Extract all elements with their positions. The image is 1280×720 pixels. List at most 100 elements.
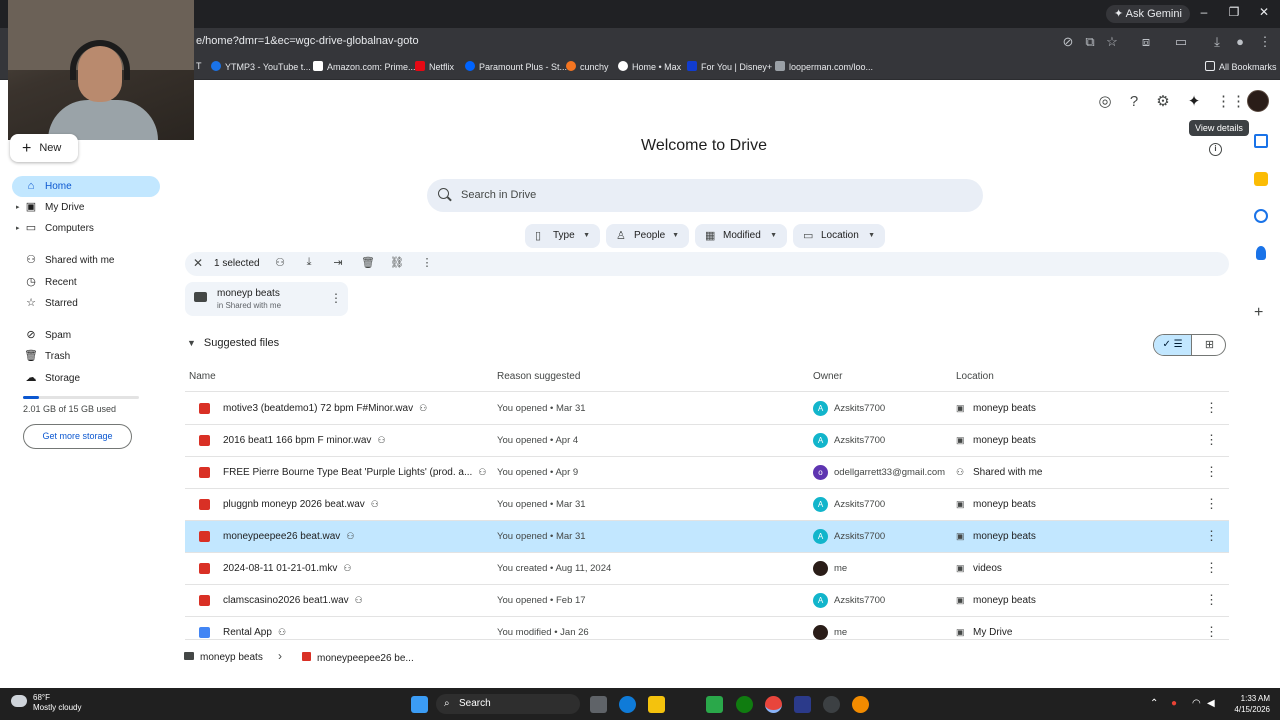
filter-location[interactable]: ▭ Location ▼ (793, 224, 885, 248)
calendar-icon[interactable] (1254, 134, 1268, 148)
nav-starred[interactable]: ☆ Starred (12, 293, 160, 314)
get-more-storage-button[interactable]: Get more storage (23, 424, 132, 449)
table-row[interactable]: clamscasino2026 beat1.wav ⚇ You opened • F… (185, 585, 1229, 617)
show-hidden-icons[interactable]: ⌃ (1150, 698, 1158, 709)
minimize-icon[interactable]: – (1194, 5, 1214, 19)
table-row[interactable]: moneypeepee26 beat.wav ⚇ You opened • Mar … (185, 521, 1229, 553)
bookmark-looperman[interactable]: looperman.com/loo... (775, 61, 873, 72)
new-button[interactable]: + New (10, 134, 78, 162)
copy-link-icon[interactable]: ⛓ (389, 256, 405, 269)
table-row[interactable]: FREE Pierre Bourne Type Beat 'Purple Lig… (185, 457, 1229, 489)
nav-shared-with-me[interactable]: ⚇ Shared with me (12, 250, 160, 271)
fl-studio-icon[interactable] (852, 696, 869, 713)
folder-more-icon[interactable]: ⋮ (330, 291, 342, 305)
filter-modified[interactable]: ▦ Modified ▼ (695, 224, 787, 248)
row-more-icon[interactable]: ⋮ (1205, 432, 1218, 448)
nav-recent[interactable]: ◷ Recent (12, 272, 160, 293)
suggested-files-toggle[interactable]: ▼ Suggested files (187, 337, 279, 349)
restore-icon[interactable]: ❐ (1224, 5, 1244, 19)
profile-icon[interactable]: ● (1232, 34, 1248, 49)
bookmark-amazon[interactable]: Amazon.com: Prime... (313, 61, 416, 72)
bookmark-disney[interactable]: For You | Disney+ (687, 61, 772, 72)
clock[interactable]: 1:33 AM 4/15/2026 (1222, 693, 1270, 715)
row-more-icon[interactable]: ⋮ (1205, 400, 1218, 416)
nav-trash[interactable]: 🗑 Trash (12, 346, 160, 367)
contacts-icon[interactable] (1256, 246, 1266, 260)
row-more-icon[interactable]: ⋮ (1205, 528, 1218, 544)
chrome-icon[interactable] (765, 696, 782, 713)
help-icon[interactable]: ? (1125, 93, 1143, 111)
search-icon[interactable] (438, 188, 449, 199)
keep-icon[interactable] (1254, 172, 1268, 186)
share-person-icon[interactable]: ⚇ (272, 256, 288, 269)
nav-my-drive[interactable]: ▸ ▣ My Drive (12, 197, 160, 218)
bookmark-max[interactable]: Home • Max (618, 61, 681, 72)
ask-gemini-button[interactable]: ✦ Ask Gemini (1106, 5, 1190, 23)
all-bookmarks[interactable]: All Bookmarks (1205, 61, 1277, 72)
nav-storage[interactable]: ☁ Storage (12, 368, 160, 389)
bookmark-ytmp3[interactable]: YTMP3 - YouTube t... (211, 61, 311, 72)
steam-icon[interactable] (823, 696, 840, 713)
taskbar-search[interactable]: ⌕ Search (436, 694, 580, 714)
weather-widget[interactable]: 68°F Mostly cloudy (33, 693, 81, 713)
gemini-sparkle-icon[interactable]: ✦ (1185, 93, 1203, 111)
close-icon[interactable]: ✕ (1254, 5, 1274, 19)
install-icon[interactable]: ⧉ (1082, 34, 1098, 50)
search-input[interactable] (461, 187, 961, 203)
sidepanel-icon[interactable]: ▭ (1173, 34, 1189, 50)
account-avatar[interactable] (1247, 90, 1269, 112)
table-row[interactable]: pluggnb moneyp 2026 beat.wav ⚇ You opened … (185, 489, 1229, 521)
delete-icon[interactable]: 🗑 (360, 256, 376, 269)
file-explorer-icon[interactable] (648, 696, 665, 713)
windows-start-icon[interactable] (411, 696, 428, 713)
list-view-button[interactable]: ✓ ☰ (1154, 335, 1191, 355)
xbox-icon[interactable] (736, 696, 753, 713)
column-name[interactable]: Name (189, 371, 216, 382)
row-more-icon[interactable]: ⋮ (1205, 464, 1218, 480)
table-row[interactable]: 2024-08-11 01-21-01.mkv ⚇ You created • Au… (185, 553, 1229, 585)
volume-icon[interactable]: ◀ (1207, 698, 1215, 709)
breadcrumb-folder[interactable]: moneyp beats (184, 652, 263, 663)
eye-off-icon[interactable]: ⊘ (1060, 34, 1076, 50)
offline-check-icon[interactable]: ◎ (1096, 93, 1114, 111)
ea-app-icon[interactable] (794, 696, 811, 713)
info-icon[interactable]: i (1209, 143, 1222, 156)
filter-people[interactable]: ♙ People ▼ (606, 224, 689, 248)
nav-computers[interactable]: ▸ ▭ Computers (12, 218, 160, 239)
filter-type[interactable]: ▯ Type ▼ (525, 224, 600, 248)
apps-grid-icon[interactable]: ⋮⋮ (1216, 93, 1246, 111)
star-icon[interactable]: ☆ (1104, 34, 1120, 50)
microphone-icon[interactable]: ● (1171, 698, 1177, 709)
wifi-icon[interactable]: ◠ (1192, 698, 1201, 709)
row-more-icon[interactable]: ⋮ (1205, 592, 1218, 608)
row-more-icon[interactable]: ⋮ (1205, 624, 1218, 640)
download-icon[interactable]: ⤓ (1209, 34, 1225, 50)
download-icon[interactable]: ⤓ (301, 256, 317, 269)
breadcrumb-file[interactable]: moneypeepee26 be... (302, 652, 414, 664)
row-more-icon[interactable]: ⋮ (1205, 496, 1218, 512)
table-row[interactable]: 2016 beat1 166 bpm F minor.wav ⚇ You opene… (185, 425, 1229, 457)
url-field[interactable]: e/home?dmr=1&ec=wgc-drive-globalnav-goto (196, 35, 419, 47)
move-icon[interactable]: ⇥ (330, 256, 346, 269)
bookmark-fragment[interactable]: T (196, 61, 202, 71)
extensions-icon[interactable]: ⧈ (1138, 34, 1154, 50)
suggested-folder-card[interactable]: moneyp beats in Shared with me ⋮ (185, 282, 348, 316)
table-row[interactable]: Rental App ⚇ You modified • Jan 26 me ▣ My Dr… (185, 617, 1229, 640)
grid-view-button[interactable]: ⊞ (1191, 335, 1225, 355)
tasks-icon[interactable] (1254, 209, 1268, 223)
add-addon-icon[interactable]: + (1254, 304, 1263, 322)
bookmark-cunchy[interactable]: cunchy (566, 61, 609, 72)
bookmark-netflix[interactable]: Netflix (415, 61, 454, 72)
bookmark-paramount[interactable]: Paramount Plus - St... (465, 61, 567, 72)
task-view-icon[interactable] (590, 696, 607, 713)
browser-menu-icon[interactable]: ⋮ (1257, 34, 1273, 50)
nav-spam[interactable]: ⊘ Spam (12, 325, 160, 346)
row-more-icon[interactable]: ⋮ (1205, 560, 1218, 576)
clear-selection-icon[interactable]: ✕ (193, 256, 203, 270)
more-actions-icon[interactable]: ⋮ (419, 256, 435, 269)
settings-gear-icon[interactable]: ⚙ (1154, 93, 1172, 111)
edge-icon[interactable] (619, 696, 636, 713)
table-row[interactable]: motive3 (beatdemo1) 72 bpm F#Minor.wav ⚇ Y… (185, 393, 1229, 425)
minecraft-icon[interactable] (706, 696, 723, 713)
nav-home[interactable]: ⌂ Home (12, 176, 160, 197)
